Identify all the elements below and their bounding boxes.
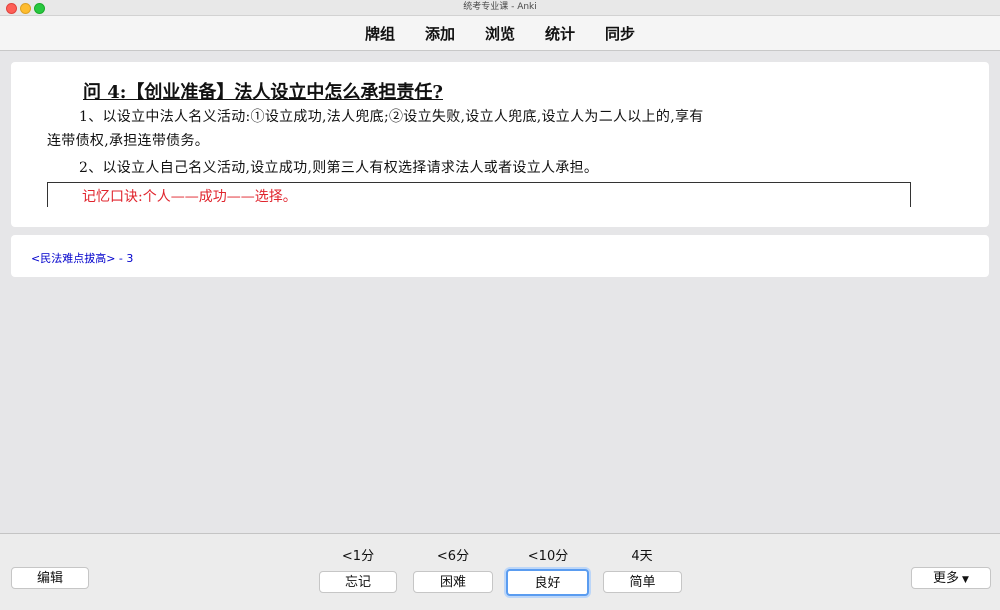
hard-button[interactable]: 困难 bbox=[413, 571, 493, 593]
memo-text: 记忆口诀:个人——成功——选择。 bbox=[82, 189, 297, 205]
deck-tag: <民法难点拔高> - 3 bbox=[31, 250, 133, 266]
question-card: 问 4:【创业准备】法人设立中怎么承担责任? 1、以设立中法人名义活动:①设立成… bbox=[11, 62, 989, 227]
menu-add[interactable]: 添加 bbox=[425, 23, 455, 44]
top-menu: 牌组 添加 浏览 统计 同步 bbox=[0, 16, 1000, 51]
interval-easy: 4天 bbox=[631, 549, 653, 564]
memo-box: 记忆口诀:个人——成功——选择。 bbox=[47, 182, 911, 207]
menu-browse[interactable]: 浏览 bbox=[485, 23, 515, 44]
tag-card: <民法难点拔高> - 3 bbox=[11, 235, 989, 277]
deck-suffix: - 3 bbox=[115, 252, 134, 265]
menu-sync[interactable]: 同步 bbox=[605, 23, 635, 44]
question-line-2: 连带债权,承担连带债务。 bbox=[47, 133, 210, 149]
question-image: 问 4:【创业准备】法人设立中怎么承担责任? 1、以设立中法人名义活动:①设立成… bbox=[31, 78, 951, 207]
interval-again: <1分 bbox=[341, 549, 375, 564]
reviewer-area: 问 4:【创业准备】法人设立中怎么承担责任? 1、以设立中法人名义活动:①设立成… bbox=[0, 51, 1000, 533]
interval-good: <10分 bbox=[527, 549, 569, 564]
window-title: 统考专业课 - Anki bbox=[463, 2, 537, 12]
interval-hard: <6分 bbox=[436, 549, 470, 564]
question-title: 问 4:【创业准备】法人设立中怎么承担责任? bbox=[83, 82, 443, 103]
bottom-bar: 编辑 <1分 <6分 <10分 4天 忘记 困难 良好 简单 更多 ▼ bbox=[0, 533, 1000, 610]
good-button[interactable]: 良好 bbox=[506, 569, 589, 596]
question-line-3: 2、以设立人自己名义活动,设立成功,则第三人有权选择请求法人或者设立人承担。 bbox=[79, 160, 599, 176]
caret-down-icon: ▼ bbox=[962, 575, 969, 585]
menu-decks[interactable]: 牌组 bbox=[365, 23, 395, 44]
deck-link[interactable]: <民法难点拔高> bbox=[31, 252, 115, 265]
again-button[interactable]: 忘记 bbox=[319, 571, 397, 593]
easy-button[interactable]: 简单 bbox=[603, 571, 682, 593]
edit-button[interactable]: 编辑 bbox=[11, 567, 89, 589]
title-bar: 统考专业课 - Anki bbox=[0, 0, 1000, 16]
more-button[interactable]: 更多 ▼ bbox=[911, 567, 991, 589]
menu-stats[interactable]: 统计 bbox=[545, 23, 575, 44]
question-line-1: 1、以设立中法人名义活动:①设立成功,法人兜底;②设立失败,设立人兜底,设立人为… bbox=[79, 109, 704, 125]
more-label: 更多 bbox=[933, 571, 960, 586]
